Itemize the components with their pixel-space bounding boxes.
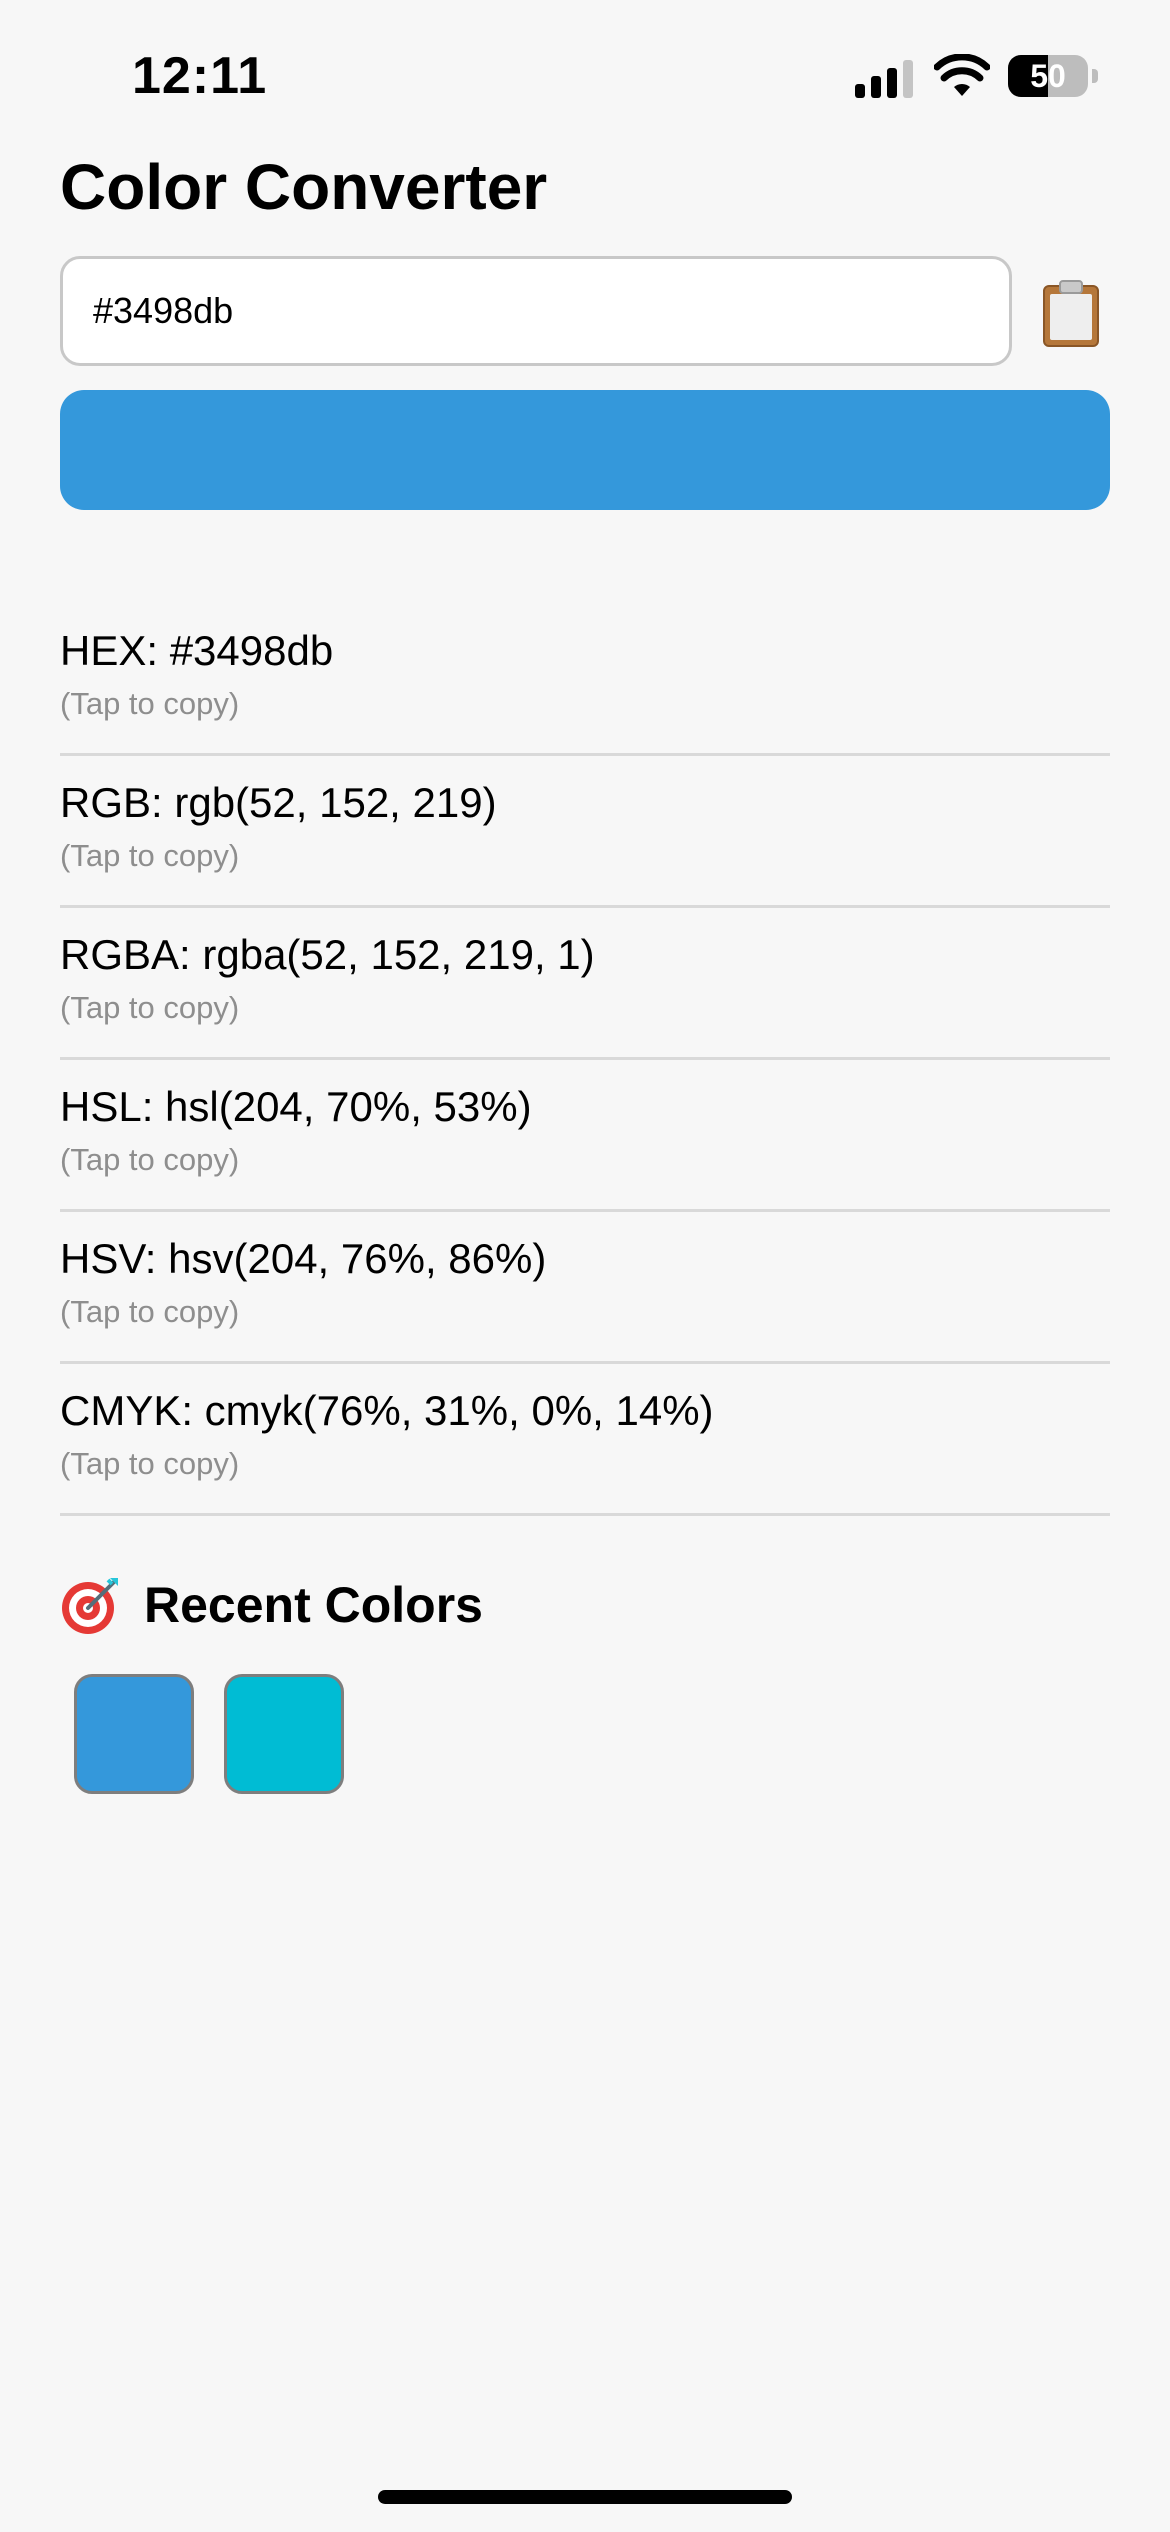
- copy-hint: (Tap to copy): [60, 838, 240, 873]
- target-icon: [62, 1578, 118, 1634]
- recent-colors-header: Recent Colors: [60, 1570, 483, 1640]
- format-value: HSV: hsv(204, 76%, 86%): [60, 1235, 547, 1282]
- format-row-hex[interactable]: HEX: #3498db (Tap to copy): [60, 604, 1110, 756]
- recent-color-swatch[interactable]: [74, 1674, 194, 1794]
- format-value: RGBA: rgba(52, 152, 219, 1): [60, 931, 595, 978]
- format-value: HEX: #3498db: [60, 627, 334, 674]
- format-value: RGB: rgb(52, 152, 219): [60, 779, 497, 826]
- signal-icon: [855, 58, 915, 98]
- clipboard-icon: [1043, 280, 1099, 347]
- format-row-hsv[interactable]: HSV: hsv(204, 76%, 86%) (Tap to copy): [60, 1212, 1110, 1364]
- wifi-icon: [934, 54, 990, 96]
- paste-button[interactable]: [1038, 278, 1104, 348]
- recent-color-swatch[interactable]: [224, 1674, 344, 1794]
- copy-hint: (Tap to copy): [60, 1142, 240, 1177]
- copy-hint: (Tap to copy): [60, 990, 240, 1025]
- copy-hint: (Tap to copy): [60, 1294, 240, 1329]
- recent-colors-title: Recent Colors: [144, 1577, 483, 1633]
- copy-hint: (Tap to copy): [60, 1446, 240, 1481]
- color-input[interactable]: [60, 256, 1012, 366]
- format-value: HSL: hsl(204, 70%, 53%): [60, 1083, 532, 1130]
- format-row-rgba[interactable]: RGBA: rgba(52, 152, 219, 1) (Tap to copy…: [60, 908, 1110, 1060]
- status-time: 12:11: [132, 47, 268, 105]
- color-preview: [60, 390, 1110, 510]
- format-list: HEX: #3498db (Tap to copy) RGB: rgb(52, …: [60, 604, 1110, 1516]
- status-bar: 12:11 50: [0, 0, 1170, 150]
- format-row-rgb[interactable]: RGB: rgb(52, 152, 219) (Tap to copy): [60, 756, 1110, 908]
- battery-level: 50: [1030, 58, 1066, 94]
- page-title: Color Converter: [60, 151, 548, 223]
- battery-icon: 50: [1008, 55, 1098, 97]
- copy-hint: (Tap to copy): [60, 686, 240, 721]
- format-row-hsl[interactable]: HSL: hsl(204, 70%, 53%) (Tap to copy): [60, 1060, 1110, 1212]
- format-row-cmyk[interactable]: CMYK: cmyk(76%, 31%, 0%, 14%) (Tap to co…: [60, 1364, 1110, 1516]
- recent-colors-list: [74, 1674, 374, 1794]
- format-value: CMYK: cmyk(76%, 31%, 0%, 14%): [60, 1387, 714, 1434]
- home-indicator[interactable]: [378, 2490, 792, 2504]
